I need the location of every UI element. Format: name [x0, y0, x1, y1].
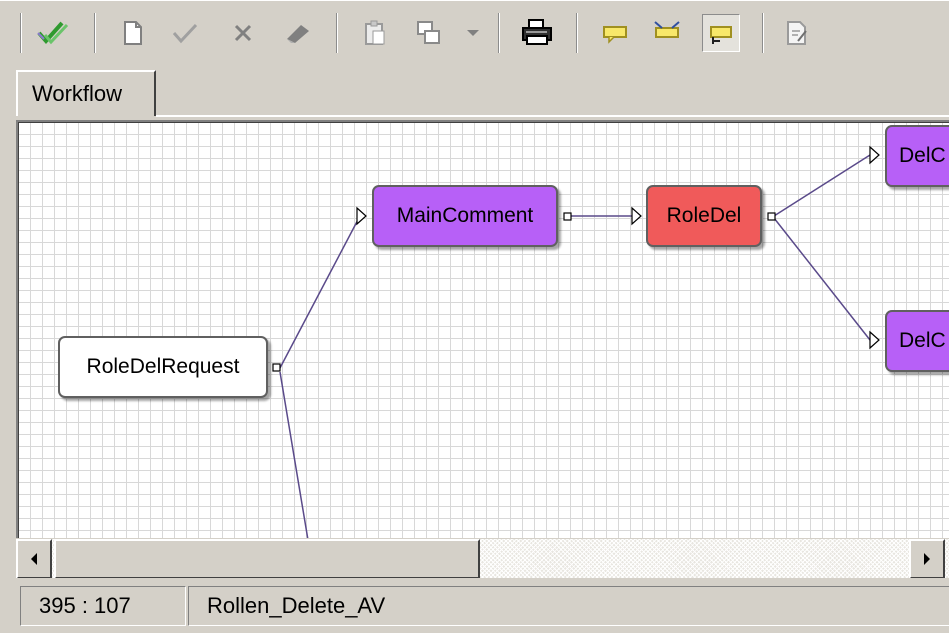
tab-workflow[interactable]: Workflow	[16, 70, 156, 116]
tab-divider	[156, 115, 949, 117]
output-port[interactable]	[272, 363, 281, 372]
workflow-name: Rollen_Delete_AV	[207, 593, 386, 618]
delete-button[interactable]	[224, 14, 262, 52]
workflow-node[interactable]: RoleDel	[646, 185, 762, 247]
edge-roledel-delc-bottom[interactable]	[773, 217, 871, 341]
input-port[interactable]	[356, 206, 367, 226]
copy-layout-dropdown[interactable]	[458, 14, 488, 52]
validate-button[interactable]	[34, 14, 72, 52]
comment-link-button[interactable]	[648, 14, 686, 52]
workflow-canvas[interactable]: RoleDelRequest MainComment RoleDel DelC …	[16, 120, 949, 538]
copy-layout-button[interactable]	[410, 14, 448, 52]
input-port[interactable]	[869, 145, 880, 165]
scroll-left-button[interactable]	[16, 539, 52, 579]
eraser-icon	[287, 25, 309, 43]
double-check-icon	[37, 21, 69, 45]
arrow-left-icon	[31, 553, 37, 565]
node-label: MainComment	[396, 204, 534, 227]
input-port[interactable]	[631, 206, 642, 226]
toolbar-separator	[576, 13, 578, 53]
workflow-node[interactable]: DelC	[885, 125, 949, 187]
check-icon	[172, 23, 198, 44]
windows-icon	[417, 21, 440, 44]
horizontal-scrollbar[interactable]	[16, 538, 949, 579]
toolbar-separator	[336, 13, 338, 53]
printer-icon	[522, 19, 552, 45]
new-document-icon	[124, 21, 142, 45]
toolbar-separator	[498, 13, 500, 53]
node-label: RoleDelRequest	[86, 355, 240, 378]
dropdown-arrow-icon	[467, 30, 479, 36]
comment-left-button[interactable]	[596, 14, 634, 52]
note-link-icon	[654, 21, 680, 38]
toolbar-separator	[762, 13, 764, 53]
output-port[interactable]	[767, 212, 776, 221]
node-label: RoleDel	[666, 204, 742, 227]
output-port[interactable]	[563, 212, 572, 221]
cursor-coordinates: 395 : 107	[39, 593, 131, 618]
scroll-right-button[interactable]	[909, 539, 945, 579]
workflow-node[interactable]: DelC	[885, 310, 949, 372]
workflow-name-pane: Rollen_Delete_AV	[188, 586, 949, 626]
document-edit-icon	[787, 21, 807, 45]
note-right-icon	[710, 26, 732, 44]
tab-strip: Workflow	[0, 66, 949, 116]
node-label: DelC	[899, 144, 946, 167]
accept-button[interactable]	[166, 14, 204, 52]
print-button[interactable]	[518, 14, 556, 52]
toolbar	[0, 0, 949, 66]
scroll-thumb[interactable]	[54, 539, 480, 579]
workflow-node[interactable]: RoleDelRequest	[58, 336, 268, 398]
note-icon	[603, 26, 627, 44]
edge-roledel-delc-top[interactable]	[773, 154, 871, 217]
input-port[interactable]	[869, 330, 880, 350]
x-icon	[234, 24, 252, 42]
coords-pane: 395 : 107	[20, 586, 186, 626]
properties-button[interactable]	[778, 14, 816, 52]
erase-button[interactable]	[278, 14, 316, 52]
paste-button[interactable]	[356, 14, 394, 52]
tab-label: Workflow	[32, 81, 123, 106]
toolbar-separator	[20, 13, 22, 53]
clipboard-icon	[365, 20, 385, 45]
node-label: DelC	[899, 329, 946, 352]
new-button[interactable]	[114, 14, 152, 52]
comment-right-button[interactable]	[702, 14, 740, 52]
edge-roledelrequest-maincomment[interactable]	[279, 213, 362, 369]
toolbar-separator	[94, 13, 96, 53]
arrow-right-icon	[924, 553, 930, 565]
edge-roledelrequest-down[interactable]	[279, 371, 309, 538]
status-bar: 395 : 107 Rollen_Delete_AV	[0, 578, 949, 633]
workflow-node[interactable]: MainComment	[372, 185, 558, 247]
